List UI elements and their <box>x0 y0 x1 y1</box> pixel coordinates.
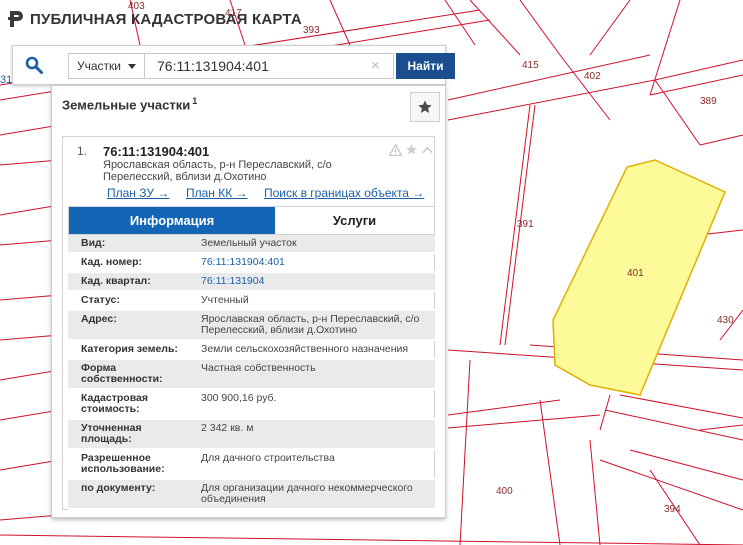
attr-value: Земли сельскохозяйственного назначения <box>188 340 435 360</box>
clear-icon[interactable]: × <box>371 56 380 76</box>
parcel-label-402: 402 <box>584 71 601 82</box>
chevron-up-icon[interactable] <box>421 145 434 155</box>
attr-value: Земельный участок <box>188 235 435 254</box>
search-icon <box>25 56 43 74</box>
warning-icon[interactable] <box>389 143 402 156</box>
parcel-label-391: 391 <box>517 219 534 230</box>
attr-value: Частная собственность <box>188 359 435 390</box>
result-tabs: Информация Услуги <box>68 206 435 235</box>
attr-key: Кад. номер: <box>68 253 188 273</box>
parcel-label-415: 415 <box>522 60 539 71</box>
star-icon <box>418 100 432 113</box>
table-row: по документу: Для организации дачного не… <box>68 479 435 510</box>
search-input[interactable] <box>144 53 394 79</box>
app-title: ПУБЛИЧНАЯ КАДАСТРОВАЯ КАРТА <box>30 10 302 28</box>
attr-value-link[interactable]: 76:11:131904 <box>188 272 435 292</box>
attributes-table: Вид: Земельный участок Кад. номер: 76:11… <box>68 235 435 510</box>
parcel-label-401: 401 <box>627 268 644 279</box>
parcel-label-389: 389 <box>700 96 717 107</box>
card-actions <box>389 143 434 156</box>
table-row: Кадастровая стоимость: 300 900,16 руб. <box>68 389 435 420</box>
caret-down-icon <box>128 63 136 69</box>
parcel-label-394: 394 <box>664 504 681 515</box>
table-row: Статус: Учтенный <box>68 291 435 311</box>
attr-value: 300 900,16 руб. <box>188 389 435 420</box>
attr-value: Для дачного строительства <box>188 449 435 480</box>
result-cadastral-number[interactable]: 76:11:131904:401 <box>103 144 209 159</box>
table-row: Форма собственности: Частная собственнос… <box>68 359 435 390</box>
results-panel: Земельные участки 1 1. 76:11:131904:401 Я… <box>51 85 446 518</box>
panel-title-text: Земельные участки <box>62 97 191 113</box>
attr-key: Категория земель: <box>68 340 188 360</box>
table-row: Кад. номер: 76:11:131904:401 <box>68 253 435 273</box>
search-type-label: Участки <box>77 59 121 73</box>
attr-key: Разрешенное использование: <box>68 449 188 480</box>
attr-value: 2 342 кв. м <box>188 419 435 450</box>
cadastral-logo-icon <box>8 11 23 27</box>
search-type-select[interactable]: Участки <box>68 53 144 79</box>
parcel-label-430: 430 <box>717 315 734 326</box>
result-address: Ярославская область, р-н Переславский, с… <box>103 159 332 183</box>
attr-value-link[interactable]: 76:11:131904:401 <box>188 253 435 273</box>
attr-key: Уточненная площадь: <box>68 419 188 450</box>
favorites-button[interactable] <box>410 92 440 122</box>
attr-key: Кад. квартал: <box>68 272 188 292</box>
attr-value: Для организации дачного некоммерческого … <box>188 479 435 510</box>
attr-key: Форма собственности: <box>68 359 188 390</box>
app-logo[interactable]: ПУБЛИЧНАЯ КАДАСТРОВАЯ КАРТА <box>8 10 302 28</box>
table-row: Вид: Земельный участок <box>68 235 435 254</box>
parcel-label-393: 393 <box>303 25 320 36</box>
star-outline-icon[interactable] <box>405 143 418 156</box>
table-row: Адрес: Ярославская область, р-н Переслав… <box>68 310 435 341</box>
panel-title: Земельные участки 1 <box>62 96 197 112</box>
search-bar: Участки × Найти <box>12 45 455 85</box>
attr-value: Ярославская область, р-н Переславский, с… <box>188 310 435 341</box>
side-number: 31 <box>0 74 13 86</box>
attr-key: Адрес: <box>68 310 188 341</box>
search-icon-button[interactable] <box>13 46 55 84</box>
attr-key: Кадастровая стоимость: <box>68 389 188 420</box>
attr-key: по документу: <box>68 479 188 510</box>
attr-key: Статус: <box>68 291 188 311</box>
link-plan-zu[interactable]: План ЗУ → <box>107 186 169 200</box>
results-count: 1 <box>192 96 198 106</box>
table-row: Кад. квартал: 76:11:131904 <box>68 272 435 292</box>
link-plan-kk[interactable]: План КК → <box>186 186 248 200</box>
find-button[interactable]: Найти <box>396 53 455 79</box>
table-row: Категория земель: Земли сельскохозяйстве… <box>68 340 435 360</box>
table-row: Уточненная площадь: 2 342 кв. м <box>68 419 435 450</box>
parcel-label-400: 400 <box>496 486 513 497</box>
attr-value: Учтенный <box>188 291 435 311</box>
result-index: 1. <box>77 144 88 158</box>
table-row: Разрешенное использование: Для дачного с… <box>68 449 435 480</box>
tab-services[interactable]: Услуги <box>275 207 434 234</box>
tab-information[interactable]: Информация <box>69 207 275 234</box>
link-search-in-bounds[interactable]: Поиск в границах объекта → <box>264 186 424 200</box>
attr-key: Вид: <box>68 235 188 254</box>
result-card: 1. 76:11:131904:401 Ярославская область,… <box>62 136 435 510</box>
